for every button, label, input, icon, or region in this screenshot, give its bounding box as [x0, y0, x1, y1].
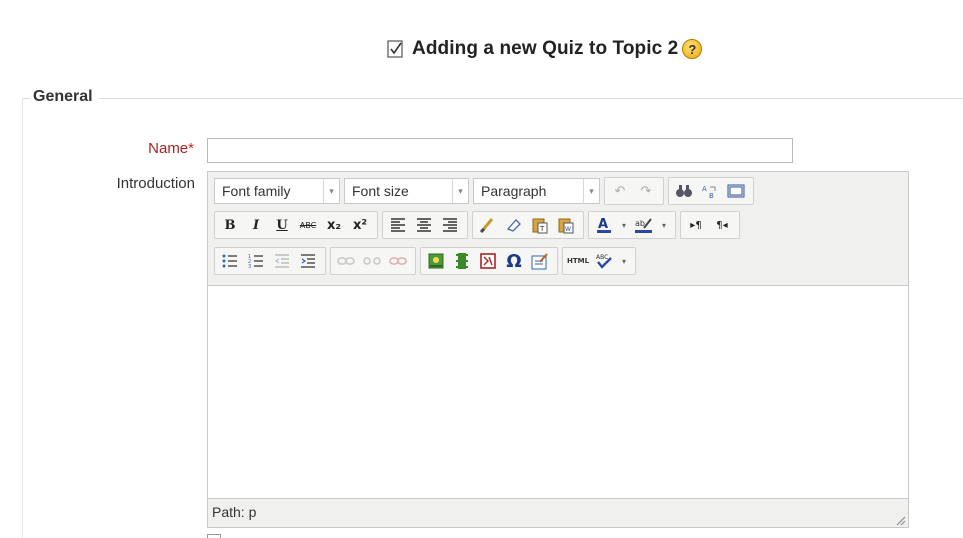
introduction-label: Introduction	[116, 175, 195, 192]
chevron-down-icon[interactable]: ▾	[658, 213, 670, 237]
media-icon[interactable]	[450, 249, 474, 273]
quiz-icon	[386, 39, 406, 59]
color-group: A ▾ ab ▾	[588, 211, 676, 239]
anchor-link-icon[interactable]	[386, 249, 410, 273]
chevron-down-icon[interactable]: ▾	[618, 213, 630, 237]
clean-up-icon[interactable]	[476, 213, 500, 237]
indent-icon[interactable]	[296, 249, 320, 273]
svg-text:ABC: ABC	[596, 254, 608, 261]
partial-field-label	[20, 530, 190, 538]
image-icon[interactable]	[424, 249, 448, 273]
fieldset-border-left	[22, 98, 23, 538]
text-style-group: B I U ABC x₂ x²	[214, 211, 378, 239]
find-icon[interactable]	[672, 179, 696, 203]
page-header: Adding a new Quiz to Topic 2 ?	[0, 34, 963, 64]
chevron-down-icon: ▾	[583, 179, 599, 203]
font-family-select[interactable]: Font family ▾	[214, 178, 340, 204]
undo-icon[interactable]: ↶	[608, 179, 632, 203]
redo-icon[interactable]: ↷	[634, 179, 658, 203]
fullscreen-icon[interactable]	[724, 179, 748, 203]
format-select[interactable]: Paragraph ▾	[473, 178, 600, 204]
highlight-color-icon[interactable]: ab	[632, 213, 656, 237]
align-center-icon[interactable]	[412, 213, 436, 237]
font-size-value: Font size	[352, 183, 409, 199]
svg-text:A: A	[702, 185, 707, 193]
editor-content-area[interactable]	[208, 285, 908, 499]
chevron-down-icon: ▾	[452, 179, 468, 203]
required-marker: *	[188, 140, 194, 157]
outdent-icon[interactable]	[270, 249, 294, 273]
text-color-control[interactable]: A ▾	[592, 213, 630, 237]
link-icon[interactable]	[334, 249, 358, 273]
eraser-icon[interactable]	[502, 213, 526, 237]
toolbar-row-2: B I U ABC x₂ x² T W A ▾ ab ▾ ▸¶ ¶◂	[214, 210, 744, 240]
replace-icon[interactable]: AB	[698, 179, 722, 203]
insert-group: Ω	[420, 247, 558, 275]
template-icon[interactable]	[528, 249, 552, 273]
name-label-text: Name	[148, 140, 189, 157]
svg-text:A: A	[598, 217, 608, 232]
font-family-value: Font family	[222, 183, 291, 199]
paste-text-icon[interactable]: T	[528, 213, 552, 237]
strikethrough-icon[interactable]: ABC	[296, 213, 320, 237]
svg-text:W: W	[565, 226, 571, 233]
help-icon[interactable]: ?	[682, 39, 703, 59]
format-value: Paragraph	[481, 183, 547, 199]
link-group	[330, 247, 416, 275]
spellcheck-icon[interactable]: ABC	[592, 249, 616, 273]
editor-path-bar: Path: p	[208, 499, 908, 527]
editor-path-label: Path: p	[212, 504, 257, 520]
align-left-icon[interactable]	[386, 213, 410, 237]
chevron-down-icon: ▾	[323, 179, 339, 203]
fieldset-legend[interactable]: General	[30, 88, 99, 106]
special-character-icon[interactable]: Ω	[502, 249, 526, 273]
paste-word-icon[interactable]: W	[554, 213, 578, 237]
name-label: Name*	[100, 140, 194, 157]
subscript-icon[interactable]: x₂	[322, 213, 346, 237]
superscript-icon[interactable]: x²	[348, 213, 372, 237]
align-group	[382, 211, 468, 239]
resize-grip-icon[interactable]	[894, 513, 906, 526]
svg-text:B: B	[709, 192, 714, 199]
math-icon[interactable]	[476, 249, 500, 273]
rich-text-editor: Font family ▾ Font size ▾ Paragraph ▾ ↶ …	[207, 171, 909, 528]
svg-text:T: T	[539, 225, 545, 233]
svg-text:3: 3	[248, 264, 251, 269]
font-size-select[interactable]: Font size ▾	[344, 178, 469, 204]
direction-group: ▸¶ ¶◂	[680, 211, 740, 239]
bullet-list-icon[interactable]	[218, 249, 242, 273]
undo-redo-group: ↶ ↷	[604, 177, 664, 205]
rtl-icon[interactable]: ¶◂	[710, 213, 734, 237]
search-replace-group: AB	[668, 177, 754, 205]
italic-icon[interactable]: I	[244, 213, 268, 237]
unlink-icon[interactable]	[360, 249, 384, 273]
html-group: HTML ABC ▾	[562, 247, 636, 275]
ltr-icon[interactable]: ▸¶	[684, 213, 708, 237]
toolbar-row-1: Font family ▾ Font size ▾ Paragraph ▾ ↶ …	[214, 176, 758, 206]
highlight-color-control[interactable]: ab ▾	[632, 213, 670, 237]
spellcheck-control[interactable]: ABC ▾	[592, 249, 630, 273]
align-right-icon[interactable]	[438, 213, 462, 237]
underline-icon[interactable]: U	[270, 213, 294, 237]
svg-text:ab: ab	[635, 219, 645, 228]
toolbar-row-3: 123 Ω HTML ABC ▾	[214, 246, 640, 276]
numbered-list-icon[interactable]: 123	[244, 249, 268, 273]
text-color-icon[interactable]: A	[592, 213, 616, 237]
html-source-icon[interactable]: HTML	[566, 249, 590, 273]
page-title: Adding a new Quiz to Topic 2	[412, 38, 679, 59]
list-group: 123	[214, 247, 326, 275]
clipboard-group: T W	[472, 211, 584, 239]
chevron-down-icon[interactable]: ▾	[618, 249, 630, 273]
fieldset-border	[22, 98, 963, 99]
partial-checkbox[interactable]	[207, 534, 221, 538]
name-input[interactable]	[207, 138, 793, 163]
bold-icon[interactable]: B	[218, 213, 242, 237]
